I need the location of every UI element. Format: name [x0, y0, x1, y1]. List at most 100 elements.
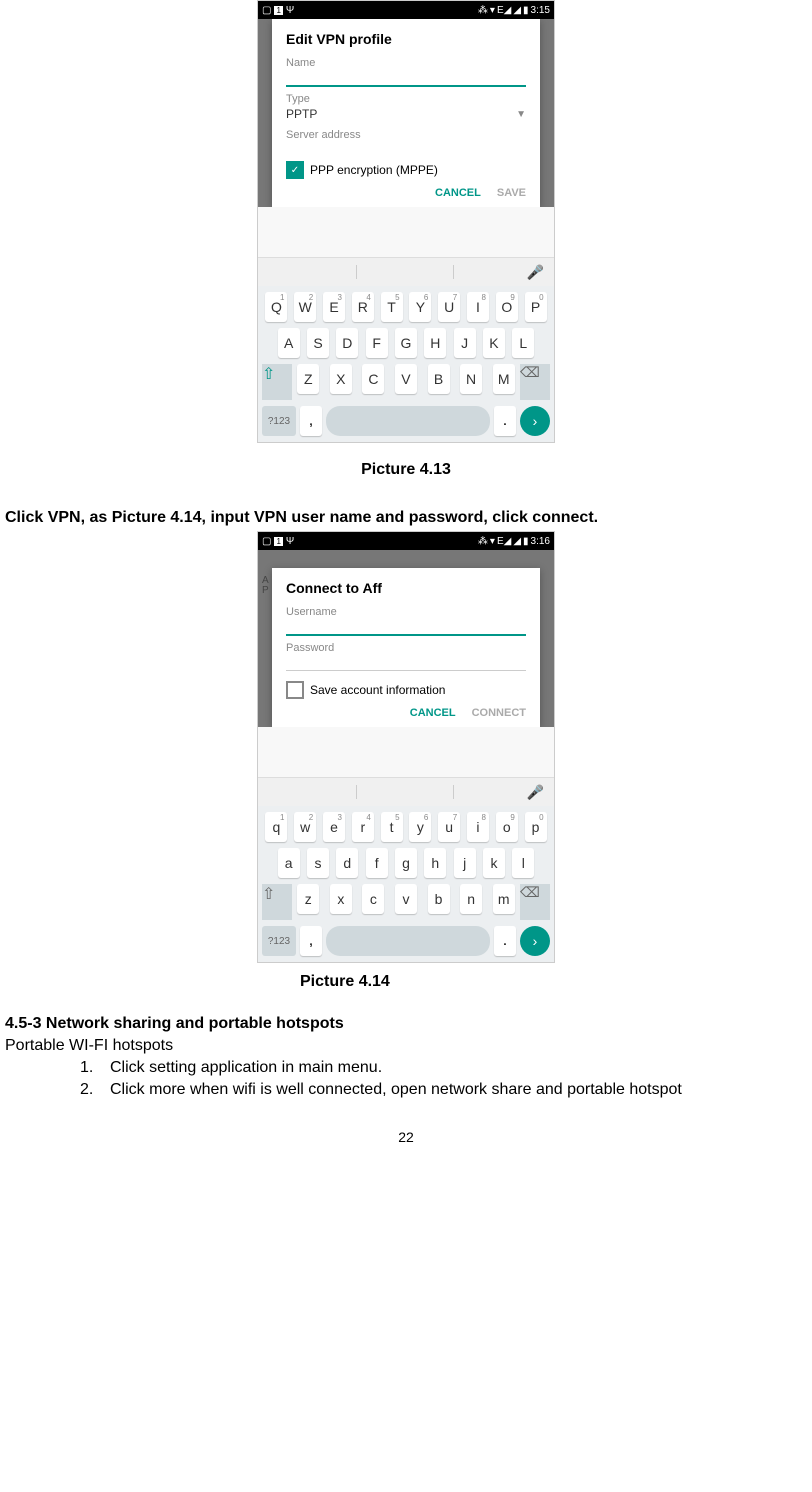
space-key[interactable] — [326, 406, 490, 436]
status-bar: ▢ 1 Ψ ⁂ ▾ E◢ ◢ ▮ 3:16 — [258, 532, 554, 550]
key[interactable]: h — [424, 848, 446, 878]
space-key[interactable] — [326, 926, 490, 956]
shift-key[interactable]: ⇧ — [262, 364, 292, 400]
key[interactable]: f — [366, 848, 388, 878]
key[interactable]: V — [395, 364, 417, 394]
suggestion-bar: 🎤 — [258, 777, 554, 806]
connect-button[interactable]: CONNECT — [472, 707, 526, 719]
key[interactable]: G — [395, 328, 417, 358]
password-input[interactable] — [286, 654, 526, 671]
numeric-key[interactable]: ?123 — [262, 926, 296, 956]
key[interactable]: X — [330, 364, 352, 394]
key[interactable]: b — [428, 884, 450, 914]
numeric-key[interactable]: ?123 — [262, 406, 296, 436]
clock: 3:16 — [531, 536, 550, 547]
key[interactable]: B — [428, 364, 450, 394]
key[interactable]: C — [362, 364, 384, 394]
checkbox-empty-icon — [286, 681, 304, 699]
mic-icon[interactable]: 🎤 — [527, 784, 544, 801]
key[interactable]: v — [395, 884, 417, 914]
signal-icon: ◢ — [513, 5, 521, 16]
key[interactable]: W2 — [294, 292, 316, 322]
page-number: 22 — [5, 1129, 807, 1155]
comma-key[interactable]: , — [300, 406, 322, 436]
backspace-key[interactable]: ⌫ — [520, 364, 550, 400]
key[interactable]: j — [454, 848, 476, 878]
signal-icon: ◢ — [513, 536, 521, 547]
period-key[interactable]: . — [494, 406, 516, 436]
name-input[interactable] — [286, 69, 526, 87]
shift-key[interactable]: ⇧ — [262, 884, 292, 920]
background-a: A P — [262, 576, 269, 596]
cancel-button[interactable]: CANCEL — [410, 707, 456, 719]
key[interactable]: q1 — [265, 812, 287, 842]
key[interactable]: T5 — [381, 292, 403, 322]
key[interactable]: P0 — [525, 292, 547, 322]
key[interactable]: m — [493, 884, 515, 914]
key[interactable]: J — [454, 328, 476, 358]
type-dropdown[interactable]: PPTP ▼ — [286, 105, 526, 123]
key[interactable]: g — [395, 848, 417, 878]
key[interactable]: Y6 — [409, 292, 431, 322]
wifi-icon: ▾ — [490, 5, 495, 16]
enter-key[interactable]: › — [520, 406, 550, 436]
screenshot-connect-vpn: ▢ 1 Ψ ⁂ ▾ E◢ ◢ ▮ 3:16 A P Connect to Aff… — [257, 531, 555, 963]
cancel-button[interactable]: CANCEL — [435, 187, 481, 199]
battery-icon: ▮ — [523, 536, 529, 547]
key[interactable]: o9 — [496, 812, 518, 842]
key[interactable]: k — [483, 848, 505, 878]
key[interactable]: L — [512, 328, 534, 358]
key[interactable]: t5 — [381, 812, 403, 842]
key[interactable]: s — [307, 848, 329, 878]
key[interactable]: R4 — [352, 292, 374, 322]
edit-vpn-dialog: Edit VPN profile Name Type PPTP ▼ Server… — [272, 19, 540, 207]
ppp-encryption-checkbox[interactable]: ✓ PPP encryption (MPPE) — [286, 161, 526, 179]
key[interactable]: e3 — [323, 812, 345, 842]
key[interactable]: w2 — [294, 812, 316, 842]
key[interactable]: u7 — [438, 812, 460, 842]
key[interactable]: c — [362, 884, 384, 914]
wifi-icon: ▾ — [490, 536, 495, 547]
comma-key[interactable]: , — [300, 926, 322, 956]
section-subheading: Portable WI-FI hotspots — [5, 1037, 807, 1055]
backspace-key[interactable]: ⌫ — [520, 884, 550, 920]
key[interactable]: Q1 — [265, 292, 287, 322]
key[interactable]: x — [330, 884, 352, 914]
caption-4-14: Picture 4.14 — [5, 973, 807, 991]
key[interactable]: D — [336, 328, 358, 358]
key[interactable]: I8 — [467, 292, 489, 322]
key[interactable]: l — [512, 848, 534, 878]
save-button[interactable]: SAVE — [497, 187, 526, 199]
keyboard: Q1W2E3R4T5Y6U7I8O9P0 ASDFGHJKL ⇧ ZXCVBNM… — [258, 286, 554, 442]
key[interactable]: N — [460, 364, 482, 394]
key[interactable]: i8 — [467, 812, 489, 842]
enter-key[interactable]: › — [520, 926, 550, 956]
save-account-checkbox[interactable]: Save account information — [286, 681, 526, 699]
key[interactable]: d — [336, 848, 358, 878]
mic-icon[interactable]: 🎤 — [527, 264, 544, 281]
key[interactable]: y6 — [409, 812, 431, 842]
username-input[interactable] — [286, 618, 526, 636]
key[interactable]: Z — [297, 364, 319, 394]
key[interactable]: z — [297, 884, 319, 914]
key[interactable]: F — [366, 328, 388, 358]
signal-e-icon: E◢ — [497, 536, 511, 547]
dropdown-arrow-icon: ▼ — [516, 109, 526, 120]
key[interactable]: M — [493, 364, 515, 394]
key[interactable]: A — [278, 328, 300, 358]
key[interactable]: S — [307, 328, 329, 358]
key[interactable]: O9 — [496, 292, 518, 322]
key[interactable]: n — [460, 884, 482, 914]
key[interactable]: p0 — [525, 812, 547, 842]
connect-dialog: Connect to Aff Username Password Save ac… — [272, 568, 540, 727]
period-key[interactable]: . — [494, 926, 516, 956]
key[interactable]: a — [278, 848, 300, 878]
key[interactable]: E3 — [323, 292, 345, 322]
server-label: Server address — [286, 129, 526, 141]
key[interactable]: H — [424, 328, 446, 358]
key[interactable]: K — [483, 328, 505, 358]
key[interactable]: r4 — [352, 812, 374, 842]
usb-icon: Ψ — [286, 5, 294, 16]
bluetooth-icon: ⁂ — [478, 536, 488, 547]
key[interactable]: U7 — [438, 292, 460, 322]
